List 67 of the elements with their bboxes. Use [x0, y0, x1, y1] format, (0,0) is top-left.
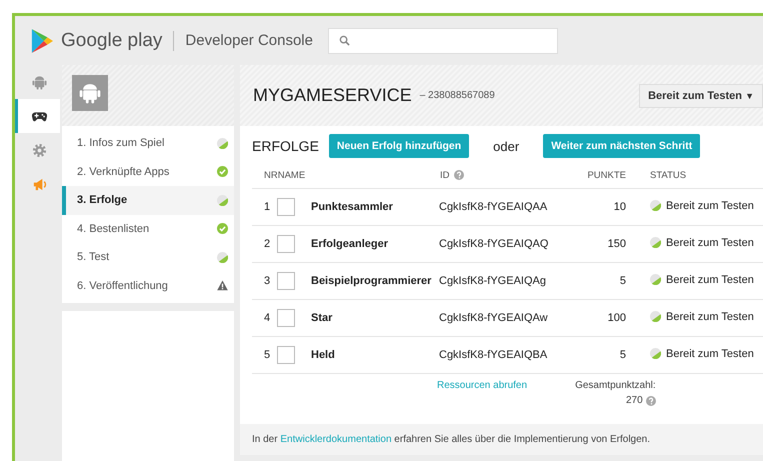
step-check-icon — [217, 223, 228, 234]
achievement-name: Beispielprogrammierer — [311, 275, 432, 287]
gear-icon — [32, 142, 46, 158]
step-check-icon — [217, 166, 228, 178]
status-half-circle-icon — [650, 274, 661, 286]
column-header: NAME — [278, 170, 306, 180]
column-header: ID — [440, 170, 450, 180]
help-icon — [646, 396, 656, 406]
points-value: 5 — [620, 349, 626, 361]
achievement-name: Held — [311, 349, 335, 361]
step-item[interactable]: 3. Erfolge — [62, 186, 234, 214]
status-label: Bereit zum Testen — [666, 236, 754, 249]
documentation-note: In der Entwicklerdokumentation erfahren Sie alles über die Implementierung von Erfolgen. — [240, 424, 763, 455]
status-dropdown[interactable]: Bereit zum Testen ▼ — [639, 84, 763, 108]
status-label: Bereit zum Testen — [666, 200, 754, 212]
section-title: ERFOLGE — [252, 138, 319, 154]
android-icon — [79, 82, 101, 104]
column-header: NR — [264, 170, 278, 180]
status-half-circle-icon — [650, 348, 661, 360]
row-checkbox[interactable] — [277, 272, 296, 290]
app-id: – 238088567089 — [420, 90, 495, 101]
play-logo-icon — [31, 28, 53, 54]
row-checkbox[interactable] — [277, 235, 296, 253]
total-label: Gesamtpunktzahl: — [575, 380, 656, 391]
points-value: 150 — [608, 238, 626, 250]
step-warning-icon — [217, 280, 228, 292]
points-value: 10 — [614, 201, 626, 213]
achievement-id: CgkIsfK8-fYGEAIQAw — [439, 312, 548, 324]
step-half-circle-icon — [217, 252, 228, 263]
points-value: 100 — [608, 312, 626, 324]
row-number: 1 — [264, 201, 270, 213]
status-label: Bereit zum Testen — [666, 274, 754, 286]
brand-name: Google play — [61, 30, 162, 52]
search-field[interactable] — [328, 28, 558, 54]
row-number: 3 — [264, 275, 270, 287]
status-half-circle-icon — [650, 311, 661, 322]
search-icon — [338, 35, 350, 46]
achievement-name: Punktesammler — [311, 201, 393, 213]
row-number: 5 — [264, 349, 270, 361]
achievement-name: Star — [311, 312, 332, 324]
megaphone-icon — [32, 176, 46, 192]
product-name: Developer Console — [185, 32, 313, 49]
achievement-name: Erfolgeanleger — [311, 238, 388, 250]
or-label: oder — [493, 138, 520, 154]
total-value: 270 — [626, 395, 643, 406]
achievement-id: CgkIsfK8-fYGEAIQAg — [439, 275, 546, 287]
status-label: Bereit zum Testen — [666, 310, 754, 323]
achievement-id: CgkIsfK8-fYGEAIQBA — [439, 349, 548, 361]
status-half-circle-icon — [650, 237, 661, 248]
status-half-circle-icon — [650, 200, 661, 212]
status-label: Bereit zum Testen — [666, 348, 754, 360]
step-half-circle-icon — [217, 194, 228, 206]
android-icon — [32, 74, 46, 90]
column-header: STATUS — [650, 170, 686, 180]
row-checkbox[interactable] — [277, 309, 296, 327]
row-checkbox[interactable] — [277, 198, 296, 216]
step-half-circle-icon — [217, 138, 228, 149]
row-checkbox[interactable] — [277, 346, 296, 364]
achievement-id: CgkIsfK8-fYGEAIQAQ — [439, 238, 548, 250]
help-icon — [454, 170, 464, 180]
column-header: PUNKTE — [587, 170, 626, 180]
points-value: 5 — [620, 275, 626, 287]
achievement-id: CgkIsfK8-fYGEAIQAA — [439, 201, 548, 213]
row-number: 4 — [264, 312, 270, 324]
app-title: MYGAMESERVICE — [253, 85, 412, 106]
rail-item[interactable] — [15, 99, 60, 133]
row-number: 2 — [264, 238, 270, 250]
